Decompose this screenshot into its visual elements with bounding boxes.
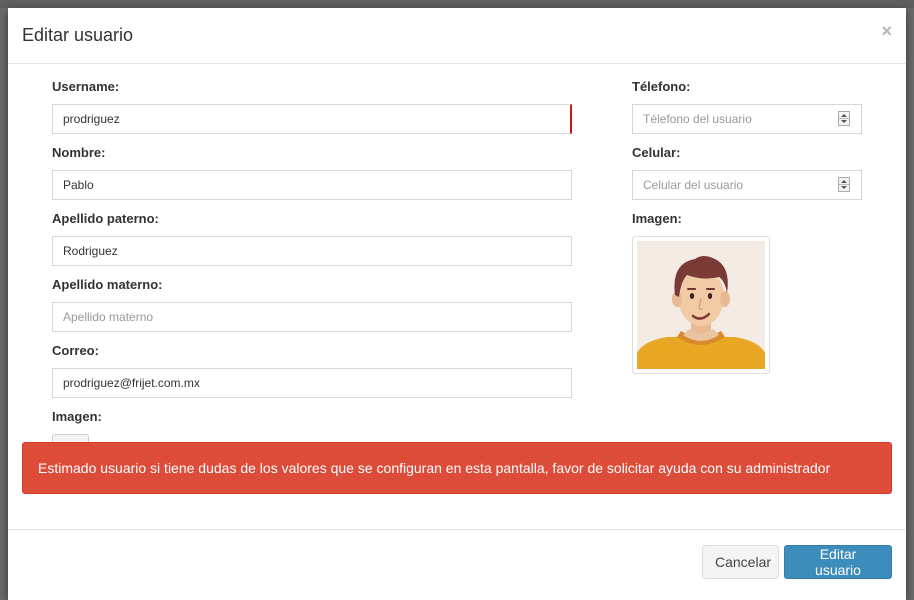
apellido-materno-label: Apellido materno: bbox=[52, 277, 163, 292]
spinner-up-icon[interactable] bbox=[841, 114, 847, 117]
close-icon[interactable]: × bbox=[881, 22, 892, 40]
avatar bbox=[632, 236, 770, 374]
telefono-spinner[interactable] bbox=[838, 111, 850, 126]
spinner-divider bbox=[839, 118, 849, 119]
apellido-materno-input[interactable] bbox=[52, 302, 572, 332]
spinner-down-icon[interactable] bbox=[841, 120, 847, 123]
spinner-down-icon[interactable] bbox=[841, 186, 847, 189]
telefono-field bbox=[632, 104, 862, 134]
user-avatar-icon bbox=[637, 241, 765, 369]
spinner-up-icon[interactable] bbox=[841, 180, 847, 183]
apellido-paterno-label: Apellido paterno: bbox=[52, 211, 159, 226]
nombre-input[interactable] bbox=[52, 170, 572, 200]
modal-header: Editar usuario × bbox=[8, 8, 906, 64]
form-right-column: Télefono: Celular: Imagen: bbox=[632, 78, 862, 374]
correo-input[interactable] bbox=[52, 368, 572, 398]
telefono-label: Télefono: bbox=[632, 79, 691, 94]
username-input[interactable] bbox=[52, 104, 572, 134]
imagen-upload-label: Imagen: bbox=[52, 409, 102, 424]
cancel-button[interactable]: Cancelar bbox=[702, 545, 779, 579]
modal-title: Editar usuario bbox=[22, 25, 134, 45]
help-alert: Estimado usuario si tiene dudas de los v… bbox=[22, 442, 892, 494]
celular-spinner[interactable] bbox=[838, 177, 850, 192]
nombre-label: Nombre: bbox=[52, 145, 106, 160]
apellido-paterno-input[interactable] bbox=[52, 236, 572, 266]
username-label: Username: bbox=[52, 79, 120, 94]
spinner-divider bbox=[839, 184, 849, 185]
correo-label: Correo: bbox=[52, 343, 99, 358]
telefono-input[interactable] bbox=[632, 104, 862, 134]
page-backdrop bbox=[0, 0, 914, 8]
edit-user-button[interactable]: Editar usuario bbox=[784, 545, 892, 579]
celular-label: Celular: bbox=[632, 145, 681, 160]
celular-input[interactable] bbox=[632, 170, 862, 200]
imagen-preview-label: Imagen: bbox=[632, 211, 682, 226]
edit-user-modal: Editar usuario × Username: Nombre: Apell… bbox=[8, 8, 906, 600]
form-left-column: Username: Nombre: Apellido paterno: Apel… bbox=[52, 78, 572, 462]
modal-footer: Cancelar Editar usuario bbox=[8, 529, 906, 600]
celular-field bbox=[632, 170, 862, 200]
